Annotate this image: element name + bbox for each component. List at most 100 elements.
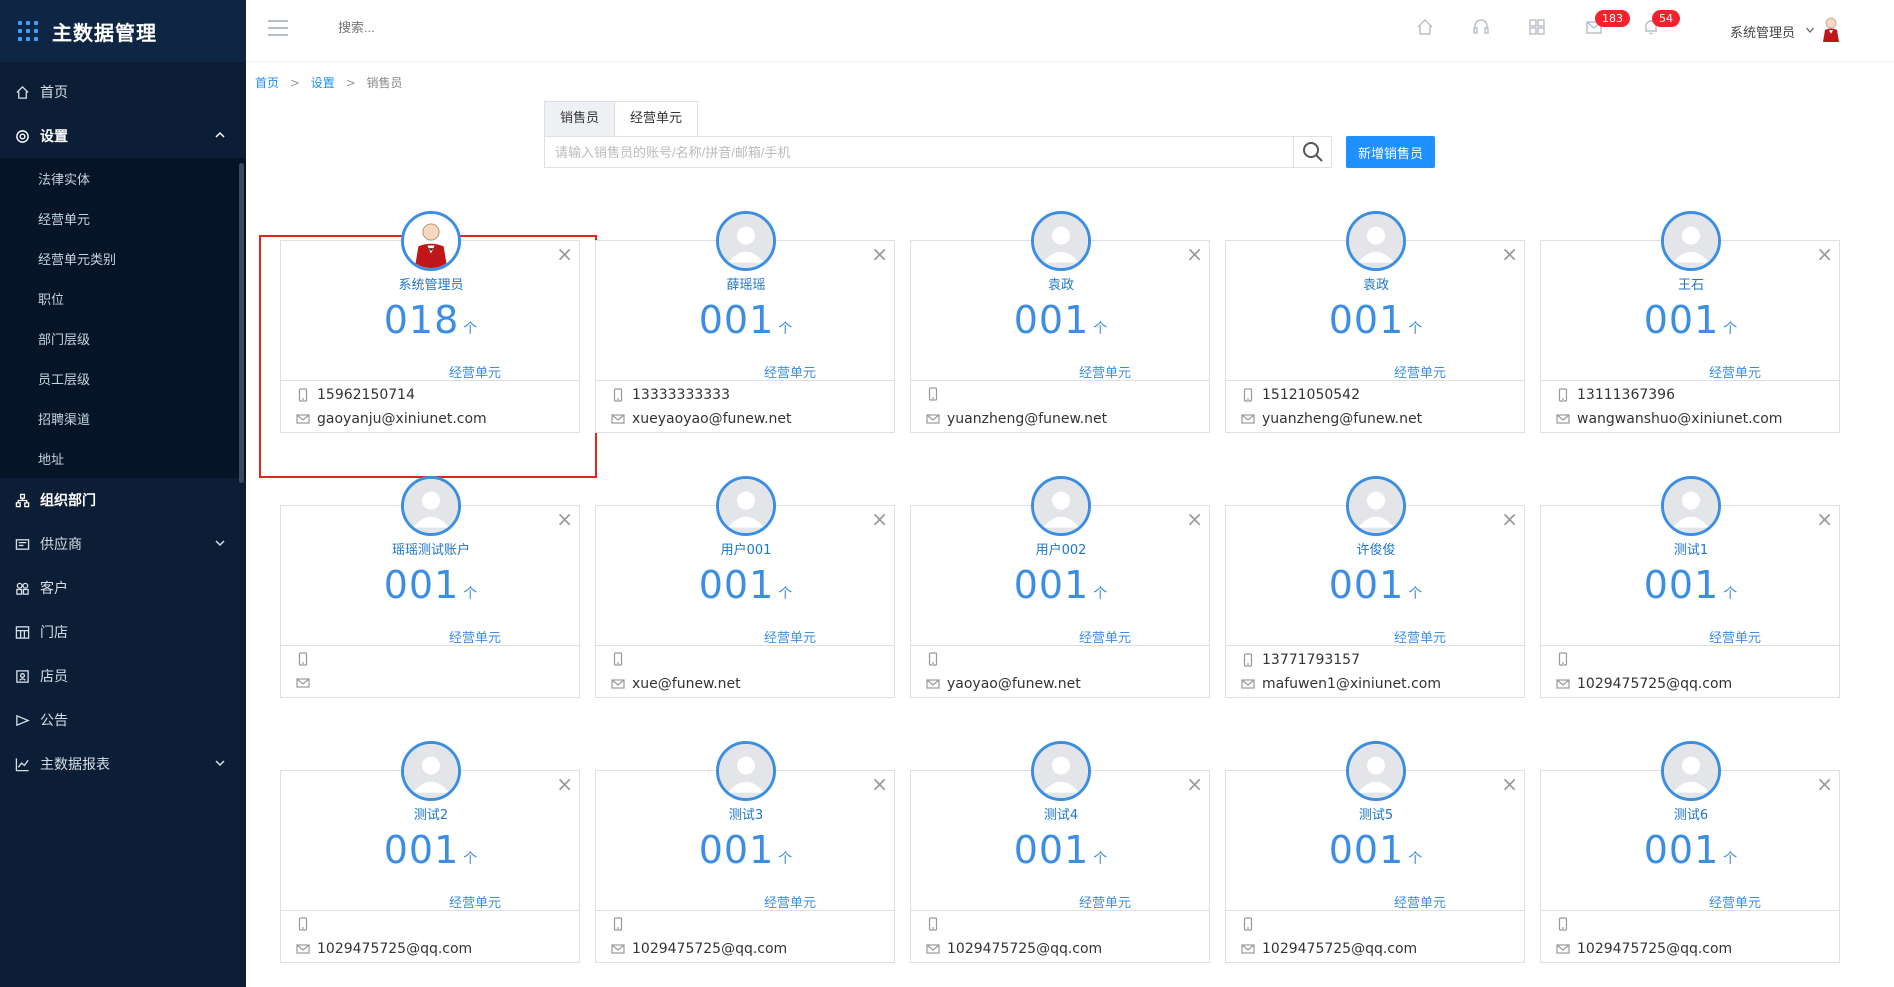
email-address: 1029475725@qq.com [1262,941,1418,957]
salesperson-card[interactable]: × 袁政 001 个经营单元 yuanzheng@funew.net [910,211,1211,433]
grid-icon[interactable] [1528,18,1548,38]
sidebar-item-org-dept[interactable]: 组织部门 [0,478,246,522]
close-icon[interactable]: × [1501,244,1518,264]
sidebar-scrollbar[interactable] [239,163,244,483]
apps-grid-icon [18,21,38,41]
avatar [716,741,776,801]
tab-business-unit[interactable]: 经营单元 [615,101,699,136]
salesperson-name[interactable]: 瑶瑶测试账户 [281,539,581,558]
salesperson-name[interactable]: 袁政 [911,274,1211,293]
salesperson-card[interactable]: × 测试4 001 个经营单元 1029475725@qq.com [910,741,1211,963]
salesperson-name[interactable]: 系统管理员 [281,274,581,293]
close-icon[interactable]: × [871,509,888,529]
close-icon[interactable]: × [1816,244,1833,264]
search-button[interactable] [1294,136,1332,168]
salesperson-card[interactable]: × 系统管理员 018 个经营单元 15962150714 gaoyanju@xiniun… [280,211,581,433]
salesperson-card[interactable]: × 王石 001 个经营单元 13111367396 wangwanshuo@xiniun… [1540,211,1841,433]
salesperson-card[interactable]: × 测试3 001 个经营单元 1029475725@qq.com [595,741,896,963]
salesperson-card[interactable]: × 袁政 001 个经营单元 15121050542 yuanzheng@funew.ne… [1225,211,1526,433]
salesperson-name[interactable]: 袁政 [1226,274,1526,293]
salesperson-card[interactable]: × 许俊俊 001 个经营单元 13771793157 mafuwen1@xiniunet… [1225,476,1526,698]
salesperson-search-input[interactable] [544,136,1294,168]
close-icon[interactable]: × [1501,774,1518,794]
global-search-input[interactable] [338,20,578,35]
salesperson-name[interactable]: 测试3 [596,804,896,823]
sidebar-item-customer[interactable]: 客户 [0,566,246,610]
salesperson-card[interactable]: × 瑶瑶测试账户 001 个经营单元 [280,476,581,698]
close-icon[interactable]: × [1816,509,1833,529]
salesperson-name[interactable]: 测试1 [1541,539,1841,558]
salesperson-name[interactable]: 用户002 [911,539,1211,558]
breadcrumb-home-link[interactable]: 首页 [255,76,279,90]
card-divider [596,645,894,646]
salesperson-name[interactable]: 测试4 [911,804,1211,823]
sidebar-subitem-employee-level[interactable]: 员工层级 [0,358,246,398]
email-address: xueyaoyao@funew.net [632,411,792,427]
sidebar-item-announcement[interactable]: 公告 [0,698,246,742]
close-icon[interactable]: × [871,774,888,794]
bell-icon[interactable]: 54 [1642,10,1680,38]
salesperson-card[interactable]: × 测试1 001 个经营单元 1029475725@qq.com [1540,476,1841,698]
phone-icon [1241,653,1255,667]
close-icon[interactable]: × [556,509,573,529]
sidebar-item-reports[interactable]: 主数据报表 [0,742,246,786]
salesperson-name[interactable]: 王石 [1541,274,1841,293]
salesperson-name[interactable]: 测试2 [281,804,581,823]
salesperson-card[interactable]: × 薛瑶瑶 001 个经营单元 13333333333 xueyaoyao@funew.n… [595,211,896,433]
salesperson-card[interactable]: × 测试5 001 个经营单元 1029475725@qq.com [1225,741,1526,963]
close-icon[interactable]: × [556,774,573,794]
phone-number: 15962150714 [317,387,415,403]
sidebar-subitem-position[interactable]: 职位 [0,278,246,318]
sidebar-item-home[interactable]: 首页 [0,70,246,114]
sidebar-subitem-address[interactable]: 地址 [0,438,246,478]
salesperson-name[interactable]: 用户001 [596,539,896,558]
phone-number: 13771793157 [1262,652,1360,668]
business-unit-count: 018 个 [281,298,581,342]
email-address: yuanzheng@funew.net [1262,411,1423,427]
salesperson-name[interactable]: 许俊俊 [1226,539,1526,558]
phone-icon [1241,917,1255,931]
salesperson-card[interactable]: × 测试6 001 个经营单元 1029475725@qq.com [1540,741,1841,963]
business-unit-count: 001 个 [911,298,1211,342]
app-logo[interactable]: 主数据管理 [0,0,246,62]
count-value: 001 [383,563,460,607]
close-icon[interactable]: × [1501,509,1518,529]
close-icon[interactable]: × [871,244,888,264]
salesperson-card[interactable]: × 测试2 001 个经营单元 1029475725@qq.com [280,741,581,963]
close-icon[interactable]: × [1816,774,1833,794]
tab-salesperson[interactable]: 销售员 [544,101,616,136]
chart-icon [14,756,30,772]
search-row: 新增销售员 [544,136,1436,168]
breadcrumb-settings-link[interactable]: 设置 [311,76,335,90]
sidebar-subitem-dept-level[interactable]: 部门层级 [0,318,246,358]
salesperson-name[interactable]: 测试5 [1226,804,1526,823]
sidebar-item-store[interactable]: 门店 [0,610,246,654]
salesperson-name[interactable]: 薛瑶瑶 [596,274,896,293]
close-icon[interactable]: × [1186,774,1203,794]
sidebar-subitem-recruit-channel[interactable]: 招聘渠道 [0,398,246,438]
chevron-down-icon[interactable] [1805,25,1815,35]
sidebar-item-supplier[interactable]: 供应商 [0,522,246,566]
user-name[interactable]: 系统管理员 [1730,22,1795,41]
close-icon[interactable]: × [556,244,573,264]
message-icon[interactable]: 183 [1585,10,1630,38]
salesperson-card[interactable]: × 用户002 001 个经营单元 yaoyao@funew.net [910,476,1211,698]
salesperson-name[interactable]: 测试6 [1541,804,1841,823]
top-bar: 183 54 系统管理员 [246,0,1894,62]
home-icon[interactable] [1416,18,1436,38]
close-icon[interactable]: × [1186,509,1203,529]
app-title: 主数据管理 [52,20,157,45]
sidebar-subitem-legal-entity[interactable]: 法律实体 [0,158,246,198]
phone-line [1556,917,1577,931]
headset-icon[interactable] [1472,18,1492,38]
close-icon[interactable]: × [1186,244,1203,264]
add-salesperson-button[interactable]: 新增销售员 [1346,136,1436,168]
sidebar-subitem-business-unit[interactable]: 经营单元 [0,198,246,238]
salesperson-card[interactable]: × 用户001 001 个经营单元 xue@funew.net [595,476,896,698]
sidebar-item-clerk[interactable]: 店员 [0,654,246,698]
menu-toggle-icon[interactable] [268,20,288,36]
sidebar-subitem-business-unit-type[interactable]: 经营单元类别 [0,238,246,278]
sidebar-item-settings[interactable]: 设置 [0,114,246,158]
user-avatar[interactable] [1820,16,1842,42]
chevron-down-icon [215,760,225,767]
